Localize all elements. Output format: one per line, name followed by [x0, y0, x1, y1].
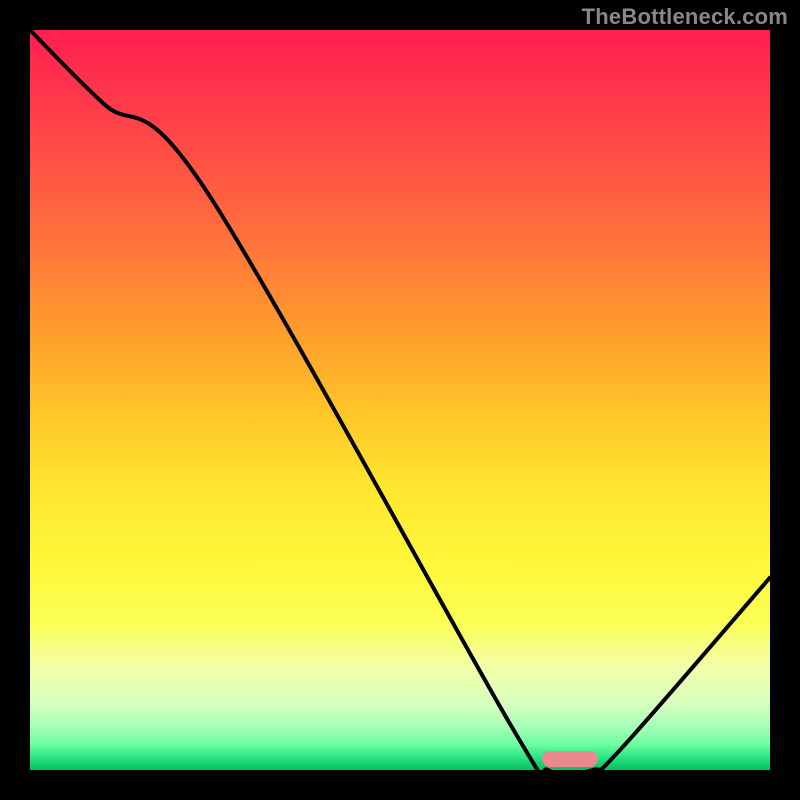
curve-layer: [30, 30, 770, 770]
attribution-text: TheBottleneck.com: [582, 4, 788, 30]
bottleneck-curve: [30, 30, 770, 770]
optimal-marker: [542, 751, 598, 767]
chart-frame: TheBottleneck.com: [0, 0, 800, 800]
plot-area: [30, 30, 770, 770]
